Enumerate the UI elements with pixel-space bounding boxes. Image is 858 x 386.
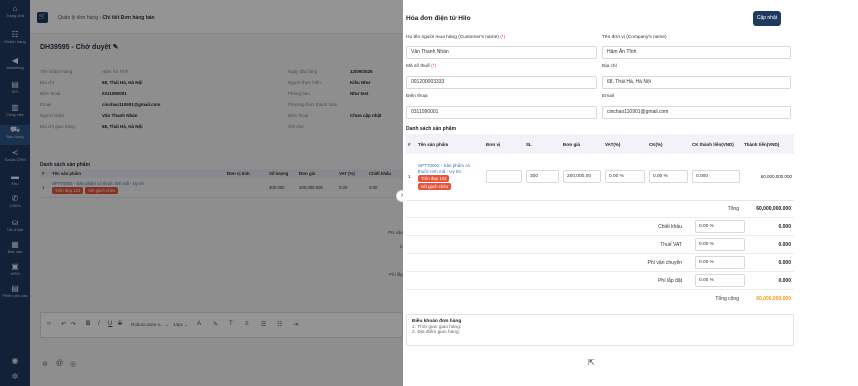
column-header: CK(%): [647, 134, 690, 154]
unit-cell: [484, 154, 524, 201]
phone-field[interactable]: 0311090001: [406, 106, 597, 119]
summary-value: 0.000: [778, 278, 791, 284]
product-cell: SPTT0002 - Sản phẩm có thuốc tính mã - U…: [416, 154, 484, 201]
qty-cell: 300: [524, 154, 561, 201]
required-mark: (*): [431, 64, 437, 69]
modal-title: Hóa đơn điện tử Hilo: [406, 15, 471, 22]
summary-label: Phí lắp đặt: [658, 278, 682, 284]
address-label: Địa chỉ: [602, 64, 617, 69]
product-tag: nét gạch chéo: [418, 183, 451, 191]
column-header: CK thành tiền(VND): [690, 134, 742, 154]
vat-input[interactable]: 0.00 %: [605, 170, 645, 184]
buyer-name-field[interactable]: Vân Thanh Nhàn: [406, 46, 597, 59]
table-header: # Tên sản phẩm Đơn vị SL Đơn giá VAT(%) …: [406, 134, 794, 154]
summary-value: 0.000: [778, 260, 791, 266]
row-number: 1: [406, 154, 416, 201]
tax-label-text: Mã số thuế: [406, 64, 430, 69]
vat-cell: 0.00 %: [603, 154, 647, 201]
order-terms-box[interactable]: Điều khoản đơn hàng 1. Thời gian giao hà…: [406, 314, 794, 346]
column-header: Tên sản phẩm: [416, 134, 484, 154]
summary-label: Chiết khấu: [658, 224, 682, 230]
column-header: #: [406, 134, 416, 154]
address-field[interactable]: 68, Thái Hà, Hà Nội: [602, 76, 791, 89]
product-tag: Tròn đẹp 123: [418, 175, 450, 183]
summary-row: Chiết khấu 0.00 % 0.000: [406, 218, 794, 236]
price-input[interactable]: 200,000.00: [563, 170, 601, 184]
table-row: 1 SPTT0002 - Sản phẩm có thuốc tính mã -…: [406, 154, 794, 201]
summary-value: 0.000: [778, 224, 791, 230]
update-button[interactable]: Cập nhật: [753, 11, 781, 26]
column-header: Đơn giá: [561, 134, 603, 154]
discount-cell: 0.00 %: [647, 154, 690, 201]
required-mark: (*): [500, 35, 506, 40]
products-title: Danh sách sản phẩm: [406, 126, 457, 132]
column-header: Thành tiền(VND): [742, 134, 794, 154]
summary-label: Thuế VAT: [660, 242, 682, 248]
discount-amount-input[interactable]: 0.000: [692, 170, 740, 184]
email-label: Email: [602, 94, 614, 99]
tax-label: Mã số thuế (*): [406, 64, 436, 69]
terms-title: Điều khoản đơn hàng: [412, 319, 462, 324]
price-cell: 200,000.00: [561, 154, 603, 201]
product-name[interactable]: SPTT0002 - Sản phẩm có thuốc tính mã - U…: [418, 163, 482, 174]
grand-total-label: Tổng cộng: [715, 296, 739, 302]
grand-total-value: 60,000,000.000: [756, 296, 791, 302]
total-label: Tổng: [727, 206, 739, 212]
invoice-products-table: # Tên sản phẩm Đơn vị SL Đơn giá VAT(%) …: [406, 134, 794, 201]
total-row: Tổng 60,000,000.000: [406, 200, 794, 218]
phone-label: Điện thoại: [406, 94, 428, 99]
unit-input[interactable]: [486, 169, 522, 183]
summary-row: Phí vận chuyển 0.00 % 0.000: [406, 254, 794, 272]
discount-percent-input[interactable]: 0.00 %: [695, 220, 745, 233]
discount-amount-cell: 0.000: [690, 154, 742, 201]
mouse-cursor-icon: ⇱: [588, 358, 595, 367]
summary-value: 0.000: [778, 242, 791, 248]
email-field[interactable]: cinchao110901@gmail.com: [602, 106, 791, 119]
discount-input[interactable]: 0.00 %: [649, 170, 688, 184]
amount-cell: 60,000,000.000: [742, 154, 794, 201]
total-value: 60,000,000.000: [756, 206, 791, 212]
buyer-label: Họ tên người mua hàng (Customer's name) …: [406, 35, 505, 40]
modal-backdrop[interactable]: [0, 0, 403, 386]
buyer-label-text: Họ tên người mua hàng (Customer's name): [406, 35, 499, 40]
shipping-fee-input[interactable]: 0.00 %: [695, 256, 745, 269]
column-header: SL: [524, 134, 561, 154]
column-header: VAT(%): [603, 134, 647, 154]
installation-fee-input[interactable]: 0.00 %: [695, 274, 745, 287]
qty-input[interactable]: 300: [526, 170, 559, 184]
summary-row: Phí lắp đặt 0.00 % 0.000: [406, 272, 794, 290]
tax-code-field[interactable]: 001200003333: [406, 76, 597, 89]
summary-row: Thuế VAT 0.00 % 0.000: [406, 236, 794, 254]
company-label: Tên đơn vị (Company's name): [602, 35, 667, 40]
terms-line: 2. Địa điểm giao hàng:: [412, 330, 460, 335]
column-header: Đơn vị: [484, 134, 524, 154]
summary-label: Phí vận chuyển: [647, 260, 682, 266]
invoice-modal: Hóa đơn điện tử Hilo Cập nhật Họ tên ngư…: [403, 0, 805, 386]
vat-percent-input[interactable]: 0.00 %: [695, 238, 745, 251]
grand-total-row: Tổng cộng 60,000,000.000: [406, 290, 794, 308]
company-name-field[interactable]: Hâm Ân Tĩnh: [602, 46, 791, 59]
